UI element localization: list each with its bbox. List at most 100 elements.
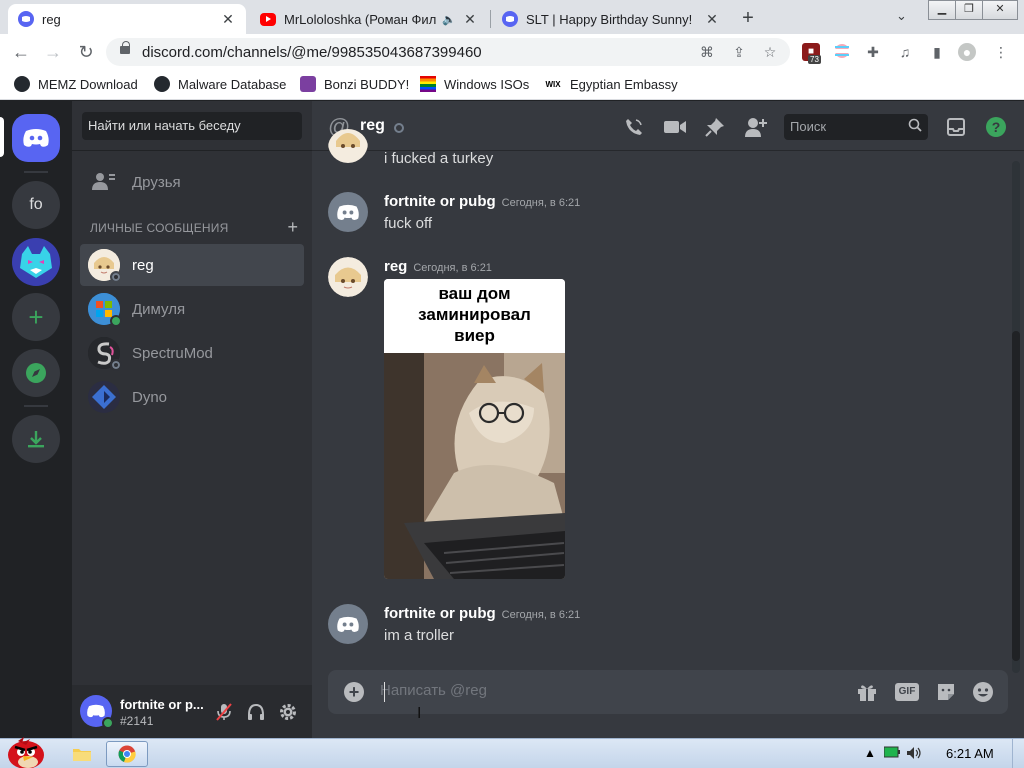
taskbar-clock[interactable]: 6:21 AM (946, 746, 994, 761)
discord-icon (502, 11, 518, 27)
message-avatar[interactable] (328, 129, 368, 166)
reload-icon[interactable]: ↻ (75, 41, 97, 63)
bookmark-egyptian-embassy[interactable]: WIX Egyptian Embassy (544, 76, 678, 92)
wolf-avatar-icon (12, 238, 60, 286)
media-control-icon[interactable]: ♫ (896, 43, 914, 61)
tab-search-chevron-icon[interactable]: ⌄ (896, 8, 907, 24)
minimize-button[interactable]: ▁ (928, 0, 956, 20)
emoji-icon[interactable] (971, 680, 995, 704)
dm-item-reg[interactable]: reg (80, 244, 304, 286)
search-input[interactable]: Поиск (784, 114, 928, 140)
find-conversation-button[interactable]: Найти или начать беседу (82, 112, 302, 140)
taskbar-chrome[interactable] (106, 741, 148, 767)
bookmark-bonzi[interactable]: Bonzi BUDDY! (300, 76, 409, 92)
dm-item-spectrumod[interactable]: SpectruMod (80, 332, 304, 374)
speaker-icon[interactable]: 🔈 (442, 13, 456, 26)
dm-item-dimulya[interactable]: Димуля (80, 288, 304, 330)
forward-arrow-icon[interactable]: → (42, 41, 64, 63)
create-dm-button[interactable]: + (287, 217, 298, 238)
home-button[interactable] (12, 114, 60, 162)
message-image-attachment[interactable]: ваш дом заминировал виер (384, 279, 565, 579)
meme-caption: ваш дом заминировал виер (384, 279, 565, 353)
server-wolf[interactable] (12, 238, 60, 286)
voice-call-icon[interactable] (622, 115, 646, 139)
close-tab-icon[interactable]: ✕ (704, 11, 720, 28)
close-window-button[interactable]: ✕ (982, 0, 1018, 20)
download-icon (28, 431, 44, 448)
bookmark-windows-isos[interactable]: Windows ISOs (420, 76, 529, 92)
direct-messages-header: ЛИЧНЫЕ СООБЩЕНИЯ (90, 221, 229, 235)
explore-servers-button[interactable] (12, 349, 60, 397)
message-avatar[interactable] (328, 257, 368, 297)
attach-plus-icon[interactable]: + (344, 682, 364, 702)
gif-picker-button[interactable]: GIF (895, 680, 919, 704)
pinned-messages-icon[interactable] (703, 115, 727, 139)
close-tab-icon[interactable]: ✕ (220, 11, 236, 28)
tab-reg[interactable]: reg ✕ (8, 4, 246, 34)
video-call-icon[interactable] (663, 115, 687, 139)
inbox-icon[interactable] (944, 115, 968, 139)
message-input[interactable]: Написать @reg (380, 682, 487, 699)
bookmark-label: Egyptian Embassy (570, 76, 678, 92)
tab-separator (490, 10, 491, 28)
url-text[interactable]: discord.com/channels/@me/998535043687399… (142, 44, 482, 61)
friends-nav-item[interactable]: Друзья (80, 161, 304, 203)
show-desktop-button[interactable] (1012, 739, 1024, 768)
add-friends-to-dm-icon[interactable] (744, 115, 768, 139)
lock-icon[interactable] (120, 41, 130, 54)
profile-avatar-icon[interactable]: ● (958, 43, 976, 61)
translate-icon[interactable]: ⌘ (698, 43, 716, 61)
show-hidden-icons-chevron[interactable]: ▲ (864, 746, 876, 760)
back-arrow-icon[interactable]: ← (10, 41, 32, 63)
taskbar-explorer[interactable] (64, 741, 100, 767)
sticker-icon[interactable] (934, 680, 958, 704)
gift-icon[interactable] (855, 680, 879, 704)
address-bar[interactable]: discord.com/channels/@me/998535043687399… (106, 38, 790, 66)
server-fo[interactable]: fo (12, 181, 60, 229)
volume-speaker-icon[interactable] (906, 746, 922, 763)
tab-slt[interactable]: SLT | Happy Birthday Sunny! ✕ (492, 4, 730, 34)
close-tab-icon[interactable]: ✕ (462, 11, 478, 28)
gif-label: GIF (895, 683, 919, 701)
pride-extension-icon[interactable] (833, 43, 851, 61)
download-apps-button[interactable] (12, 415, 60, 463)
start-button[interactable] (4, 735, 48, 768)
message-composer: + Написать @reg GIF (328, 670, 1008, 714)
tab-mrlololoshka[interactable]: MrLololoshka (Роман Фил 🔈 ✕ (250, 4, 488, 34)
message-avatar[interactable] (328, 604, 368, 644)
message-author[interactable]: fortnite or pubg (384, 605, 496, 622)
add-server-button[interactable]: + (12, 293, 60, 341)
user-settings-gear-icon[interactable] (277, 701, 299, 723)
bookmark-memz[interactable]: MEMZ Download (14, 76, 138, 92)
cat-with-glasses-photo (384, 353, 565, 579)
headphones-icon[interactable] (245, 701, 267, 723)
help-icon[interactable]: ? (984, 115, 1008, 139)
wix-icon: WIX (545, 79, 561, 89)
battery-icon[interactable] (883, 746, 900, 761)
side-panel-icon[interactable]: ▮ (928, 43, 946, 61)
tab-title: MrLololoshka (Роман Фил (284, 11, 437, 27)
message-author[interactable]: fortnite or pubg (384, 193, 496, 210)
server-separator (24, 405, 48, 407)
message-header: reg Сегодня, в 6:21 (384, 258, 492, 275)
message-avatar[interactable] (328, 192, 368, 232)
puzzle-extensions-icon[interactable]: ✚ (864, 43, 882, 61)
tab-title: SLT | Happy Birthday Sunny! (526, 11, 693, 27)
mute-microphone-icon[interactable] (213, 701, 235, 723)
dm-username: SpectruMod (132, 344, 213, 362)
bookmark-malware-database[interactable]: Malware Database (154, 76, 286, 92)
user-tag: #2141 (120, 714, 154, 728)
message-author[interactable]: reg (384, 258, 407, 275)
share-icon[interactable]: ⇪ (730, 43, 748, 61)
new-tab-button[interactable]: + (738, 7, 758, 30)
user-avatar[interactable] (80, 695, 114, 729)
username[interactable]: fortnite or p... (120, 697, 206, 712)
bookmark-label: Windows ISOs (444, 76, 530, 92)
bookmark-star-icon[interactable]: ☆ (761, 43, 779, 61)
online-status-icon (102, 717, 114, 729)
menu-kebab-icon[interactable]: ⋮ (992, 43, 1010, 61)
restore-button[interactable]: ❐ (955, 0, 983, 20)
scrollbar-thumb[interactable] (1012, 331, 1020, 661)
dm-item-dyno[interactable]: Dyno (80, 376, 304, 418)
meme-caption-line: ваш дом (438, 284, 511, 303)
